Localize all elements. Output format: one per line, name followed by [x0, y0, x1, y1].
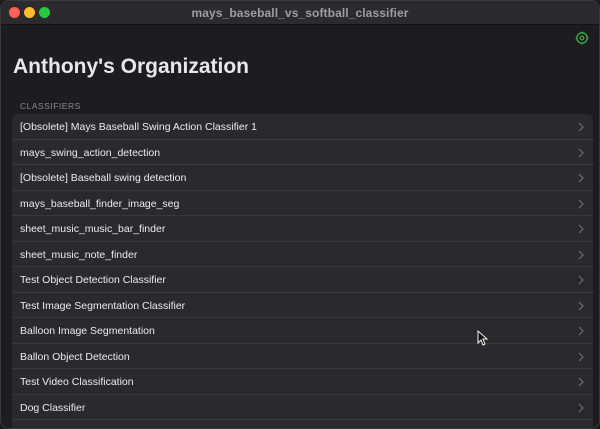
window-title: mays_baseball_vs_softball_classifier: [191, 6, 409, 20]
chevron-right-icon: [578, 122, 584, 132]
page-title: Anthony's Organization: [13, 55, 249, 78]
list-item[interactable]: Test Image Segmentation Classifier: [12, 293, 593, 318]
classifiers-section-header: CLASSIFIERS: [20, 101, 81, 111]
list-item-label: Balloon Image Segmentation: [20, 325, 155, 337]
list-item-label: Ballon Object Detection: [20, 350, 130, 363]
list-item-label: mays_swing_action_detection: [20, 146, 161, 159]
list-item-label: Test Video Classification: [20, 376, 134, 388]
list-item-label: sheet_music_music_bar_finder: [20, 223, 166, 235]
list-item-label: Test Object Detection Classifier: [20, 274, 166, 286]
list-item-label: Dog Classifier: [20, 401, 86, 414]
app-window: mays_baseball_vs_softball_classifier Ant…: [0, 0, 600, 429]
list-item[interactable]: Dog Classifier: [12, 395, 593, 420]
mouse-pointer-icon: [477, 330, 488, 346]
list-item-label: mays_baseball_finder_image_seg: [20, 197, 180, 210]
gear-icon[interactable]: [575, 31, 589, 45]
list-item[interactable]: [Obsolete] Mays Baseball Swing Action Cl…: [12, 114, 593, 140]
chevron-right-icon: [578, 352, 584, 361]
list-item-label: Test Image Segmentation Classifier: [20, 299, 186, 312]
chevron-right-icon: [578, 326, 584, 336]
chevron-right-icon: [578, 250, 584, 259]
chevron-right-icon: [578, 301, 584, 310]
chevron-right-icon: [578, 173, 584, 183]
chevron-right-icon: [578, 224, 584, 234]
list-item[interactable]: mays_swing_action_detection: [12, 140, 593, 165]
chevron-right-icon: [578, 199, 584, 208]
title-bar[interactable]: mays_baseball_vs_softball_classifier: [1, 1, 599, 25]
chevron-right-icon: [578, 403, 584, 412]
list-item-label: [Obsolete] Baseball swing detection: [20, 172, 187, 184]
classifier-list: [Obsolete] Mays Baseball Swing Action Cl…: [12, 114, 593, 428]
chevron-right-icon: [578, 275, 584, 285]
list-item[interactable]: mays_baseball_finder_image_seg: [12, 191, 593, 216]
chevron-right-icon: [578, 148, 584, 157]
list-item[interactable]: Test Video Classification: [12, 369, 593, 395]
list-item-label: [Obsolete] Mays Baseball Swing Action Cl…: [20, 121, 257, 133]
list-item[interactable]: [Obsolete] Baseball swing detection: [12, 165, 593, 191]
list-item[interactable]: Ballon Object Detection: [12, 344, 593, 369]
chevron-right-icon: [578, 377, 584, 387]
list-item[interactable]: Test Object Detection Classifier: [12, 267, 593, 293]
list-item-label: sheet_music_note_finder: [20, 248, 138, 261]
list-item[interactable]: sheet_music_note_finder: [12, 242, 593, 267]
list-item[interactable]: Balloon Image Segmentation: [12, 318, 593, 344]
list-item[interactable]: sheet_music_music_bar_finder: [12, 216, 593, 242]
